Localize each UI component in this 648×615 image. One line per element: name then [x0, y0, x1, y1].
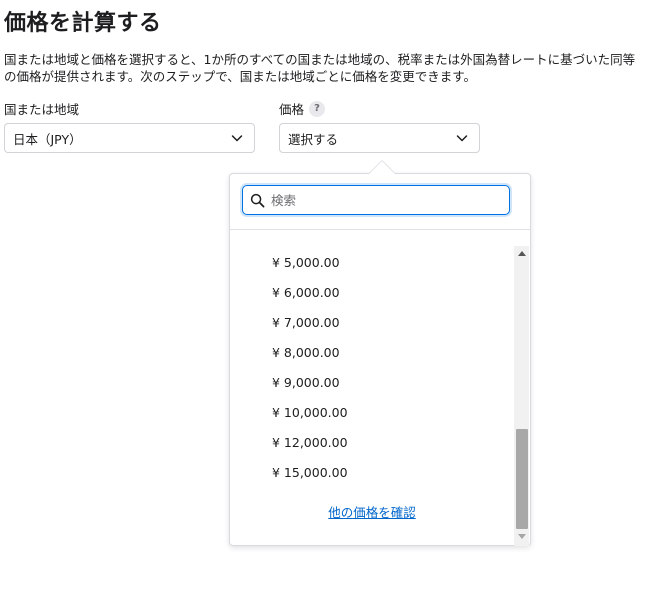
price-label: 価格 ?	[279, 99, 326, 118]
scrollbar[interactable]	[514, 246, 529, 546]
list-item[interactable]: ¥ 7,000.00	[230, 308, 514, 338]
chevron-down-icon	[231, 135, 243, 142]
list-item[interactable]: ¥ 6,000.00	[230, 278, 514, 308]
list-item[interactable]: ¥ 12,000.00	[230, 428, 514, 458]
page-description: 国または地域と価格を選択すると、1か所のすべての国または地域の、税率または外国為…	[4, 52, 636, 84]
page: 価格を計算する 国または地域と価格を選択すると、1か所のすべての国または地域の、…	[0, 0, 648, 615]
scroll-down-arrow-icon[interactable]	[514, 529, 529, 543]
list-item[interactable]: ¥ 10,000.00	[230, 398, 514, 428]
chevron-down-icon	[456, 135, 468, 142]
country-select-value: 日本（JPY）	[13, 131, 82, 147]
list-item[interactable]: ¥ 9,000.00	[230, 368, 514, 398]
divider	[230, 229, 530, 230]
see-more-prices-link[interactable]: 他の価格を確認	[230, 502, 514, 521]
country-select[interactable]: 日本（JPY）	[4, 123, 255, 153]
list-item[interactable]: ¥ 5,000.00	[230, 248, 514, 278]
page-title: 価格を計算する	[4, 11, 162, 36]
list-item[interactable]: ¥ 8,000.00	[230, 338, 514, 368]
country-label-text: 国または地域	[4, 102, 80, 117]
list-item[interactable]: ¥ 15,000.00	[230, 458, 514, 488]
country-label: 国または地域	[4, 99, 79, 118]
help-icon[interactable]: ?	[309, 100, 326, 117]
price-list: ¥ 5,000.00 ¥ 6,000.00 ¥ 7,000.00 ¥ 8,000…	[230, 248, 514, 488]
price-select[interactable]: 選択する	[279, 123, 480, 153]
scrollbar-thumb[interactable]	[516, 429, 528, 529]
search-box[interactable]	[242, 185, 510, 215]
price-label-text: 価格	[279, 102, 305, 117]
search-input[interactable]	[271, 192, 501, 208]
price-select-value: 選択する	[288, 131, 339, 147]
search-icon	[250, 193, 265, 207]
scroll-up-arrow-icon[interactable]	[514, 246, 529, 260]
dropdown-caret-fill	[369, 161, 395, 174]
price-dropdown: ¥ 5,000.00 ¥ 6,000.00 ¥ 7,000.00 ¥ 8,000…	[229, 173, 531, 546]
